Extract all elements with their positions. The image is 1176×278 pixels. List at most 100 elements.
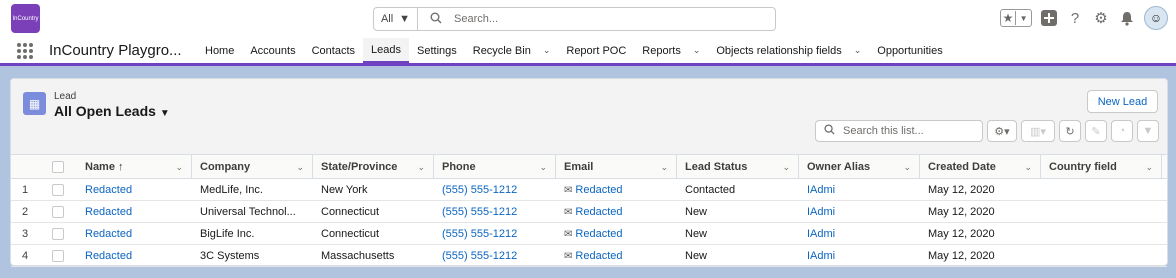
row-checkbox[interactable]: [52, 205, 64, 218]
notification-bell-icon[interactable]: [1118, 9, 1136, 27]
created-date-cell: May 12, 2020: [928, 249, 995, 262]
owner-alias-link[interactable]: IAdmi: [799, 206, 920, 218]
nav-tab-home[interactable]: Home: [197, 38, 242, 63]
chevron-down-icon[interactable]: ⌄: [417, 162, 425, 173]
app-logo[interactable]: InCountry: [11, 4, 40, 33]
search-icon: [824, 124, 835, 138]
table-row: 3 Redacted BigLife Inc. Connecticut (555…: [11, 223, 1167, 245]
caret-down-icon: ▼: [159, 108, 170, 119]
column-header-name[interactable]: Name ↑ ⌄: [77, 155, 192, 179]
row-number: 1: [21, 183, 29, 196]
chart-icon: ◔: [1118, 125, 1126, 137]
lead-name-link[interactable]: Redacted: [77, 228, 192, 240]
global-actions-plus-icon[interactable]: [1040, 9, 1058, 27]
company-cell: 3C Systems: [200, 249, 260, 262]
chevron-down-icon[interactable]: ⌄: [693, 45, 701, 56]
row-checkbox[interactable]: [52, 183, 64, 196]
lead-name-link[interactable]: Redacted: [77, 206, 192, 218]
chevron-down-icon[interactable]: ⌄: [175, 162, 183, 173]
lead-name-link[interactable]: Redacted: [77, 250, 192, 262]
chevron-down-icon: ▼: [1019, 13, 1028, 23]
column-header-company[interactable]: Company ⌄: [192, 155, 313, 179]
email-link[interactable]: ✉ Redacted: [556, 228, 677, 240]
column-label: Country field: [1049, 161, 1117, 173]
list-search-placeholder: Search this list...: [843, 125, 924, 137]
email-link[interactable]: ✉ Redacted: [556, 250, 677, 262]
state-cell: New York: [321, 183, 368, 196]
chevron-down-icon[interactable]: ⌄: [903, 162, 911, 173]
app-navigation: InCountry Playgro... Home Accounts Conta…: [0, 38, 1176, 66]
star-icon: ★: [1001, 11, 1017, 25]
chevron-down-icon[interactable]: ⌄: [1024, 162, 1032, 173]
phone-link[interactable]: (555) 555-1212: [434, 206, 556, 218]
user-avatar[interactable]: ☺: [1144, 6, 1168, 30]
email-text: Redacted: [575, 249, 623, 262]
nav-tab-reports[interactable]: Reports ⌄: [634, 38, 708, 63]
table-row: 4 Redacted 3C Systems Massachusetts (555…: [11, 245, 1167, 267]
nav-tab-objects-relationship-fields[interactable]: Objects relationship fields ⌄: [708, 38, 869, 63]
lead-status-cell: Contacted: [685, 183, 736, 196]
phone-link[interactable]: (555) 555-1212: [434, 228, 556, 240]
nav-tab-label: Accounts: [250, 44, 296, 57]
owner-alias-link[interactable]: IAdmi: [799, 228, 920, 240]
row-checkbox[interactable]: [52, 249, 64, 262]
phone-link[interactable]: (555) 555-1212: [434, 184, 556, 196]
global-search-input[interactable]: Search...: [418, 8, 775, 30]
chevron-down-icon[interactable]: ⌄: [539, 162, 547, 173]
owner-alias-link[interactable]: IAdmi: [799, 250, 920, 262]
column-label: Email: [564, 161, 594, 173]
column-header-lead-status[interactable]: Lead Status ⌄: [677, 155, 799, 179]
owner-alias-link[interactable]: IAdmi: [799, 184, 920, 196]
new-lead-button[interactable]: New Lead: [1087, 90, 1158, 113]
nav-tabs: Home Accounts Contacts Leads Settings Re…: [197, 38, 951, 63]
object-label: Lead: [54, 91, 77, 102]
nav-tab-opportunities[interactable]: Opportunities: [869, 38, 950, 63]
column-header-phone[interactable]: Phone ⌄: [434, 155, 556, 179]
chevron-down-icon[interactable]: ⌄: [543, 45, 551, 56]
list-search-input[interactable]: Search this list...: [815, 120, 983, 142]
row-select-cell: [39, 205, 77, 218]
chevron-down-icon[interactable]: ⌄: [660, 162, 668, 173]
logo-text: InCountry: [12, 15, 39, 22]
lead-name-link[interactable]: Redacted: [77, 184, 192, 196]
phone-link[interactable]: (555) 555-1212: [434, 250, 556, 262]
lead-status-cell: New: [685, 227, 708, 240]
list-view-picker[interactable]: All Open Leads ▼: [54, 103, 170, 119]
row-number: 4: [21, 249, 29, 262]
email-link[interactable]: ✉ Redacted: [556, 184, 677, 196]
chevron-down-icon[interactable]: ⌄: [782, 162, 790, 173]
edit-list-button: ✎: [1085, 120, 1107, 142]
app-launcher-icon[interactable]: [17, 43, 33, 59]
global-search: All ▼ Search...: [373, 7, 776, 31]
created-date-cell: May 12, 2020: [928, 183, 995, 196]
nav-tab-leads[interactable]: Leads: [363, 38, 409, 63]
column-header-created-date[interactable]: Created Date ⌄: [920, 155, 1041, 179]
email-link[interactable]: ✉ Redacted: [556, 206, 677, 218]
list-view-title: All Open Leads: [54, 103, 156, 119]
search-scope-dropdown[interactable]: All ▼: [374, 8, 418, 30]
nav-tab-contacts[interactable]: Contacts: [304, 38, 363, 63]
chevron-down-icon[interactable]: ⌄: [296, 162, 304, 173]
list-settings-button[interactable]: ⚙▾: [987, 120, 1017, 142]
nav-tab-recycle-bin[interactable]: Recycle Bin ⌄: [465, 38, 559, 63]
search-scope-label: All: [380, 13, 394, 25]
select-all-checkbox[interactable]: [52, 161, 64, 173]
refresh-button[interactable]: ↻: [1059, 120, 1081, 142]
chevron-down-icon[interactable]: ⌄: [854, 45, 862, 56]
help-icon[interactable]: ?: [1066, 9, 1084, 27]
column-header-state[interactable]: State/Province ⌄: [313, 155, 434, 179]
nav-tab-label: Contacts: [311, 44, 356, 57]
chevron-down-icon[interactable]: ⌄: [1145, 162, 1153, 173]
column-header-owner-alias[interactable]: Owner Alias ⌄: [799, 155, 920, 179]
nav-tab-label: Leads: [371, 43, 401, 56]
row-checkbox[interactable]: [52, 227, 64, 240]
column-label: State/Province: [321, 161, 398, 173]
nav-tab-settings[interactable]: Settings: [409, 38, 465, 63]
column-header-email[interactable]: Email ⌄: [556, 155, 677, 179]
favorites-button[interactable]: ★ ▼: [1000, 9, 1032, 27]
column-header-country-field[interactable]: Country field ⌄: [1041, 155, 1162, 179]
row-select-cell: [39, 249, 77, 262]
nav-tab-accounts[interactable]: Accounts: [242, 38, 303, 63]
nav-tab-report-poc[interactable]: Report POC: [558, 38, 634, 63]
gear-icon[interactable]: ⚙: [1092, 9, 1110, 27]
